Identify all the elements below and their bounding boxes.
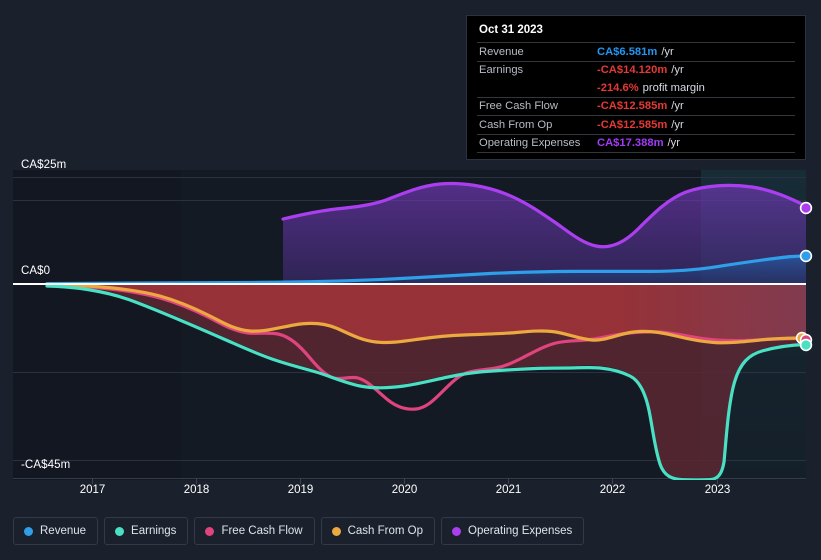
tooltip-bottom-rule	[477, 152, 795, 153]
x-axis-tick-2019: 2019	[287, 484, 314, 496]
legend-color-dot-icon	[205, 526, 215, 536]
tooltip-row-value: CA$17.388m	[597, 137, 664, 150]
legend-color-dot-icon	[452, 526, 462, 536]
legend-item-label: Cash From Op	[347, 525, 424, 537]
legend-item-revenue[interactable]: Revenue	[13, 517, 99, 545]
tooltip-row-unit: /yr	[667, 137, 680, 150]
legend-item-label: Operating Expenses	[468, 525, 573, 537]
legend-item-free-cash-flow[interactable]: Free Cash Flow	[194, 517, 315, 545]
tooltip-row-value: -CA$14.120m	[597, 64, 668, 77]
tooltip-date: Oct 31 2023	[479, 24, 543, 36]
financial-performance-chart: CA$25m CA$0 -CA$45m 2017 2018 2019 2020 2021…	[0, 0, 821, 560]
tooltip-row-subtext: profit margin	[642, 81, 705, 94]
tooltip-row-unit: /yr	[671, 100, 684, 113]
x-axis-tick-2018: 2018	[183, 484, 210, 496]
chart-legend: Revenue Earnings Free Cash Flow Cash From O…	[13, 517, 585, 545]
tooltip-row-label: Cash From Op	[479, 118, 553, 131]
y-axis-label-zero: CA$0	[21, 265, 51, 277]
x-axis-tick-2020: 2020	[391, 484, 418, 496]
data-tooltip: Oct 31 2023 Revenue CA$6.581m/yr Earnings -…	[466, 15, 806, 160]
tooltip-row: Cash From Op -CA$12.585m/yr	[477, 115, 795, 134]
endpoint-marker-earnings	[799, 338, 813, 352]
tooltip-row-unit: /yr	[671, 118, 684, 131]
x-axis-tick-2021: 2021	[495, 484, 522, 496]
tooltip-row-value: -CA$12.585m	[597, 100, 668, 113]
x-axis: 2017 2018 2019 2020 2021 2022 2023	[13, 484, 806, 504]
tooltip-row-unit: /yr	[661, 45, 674, 58]
tooltip-row: Earnings -CA$14.120m/yr	[477, 60, 795, 80]
legend-item-label: Revenue	[40, 525, 87, 537]
tooltip-row: Free Cash Flow -CA$12.585m/yr	[477, 96, 795, 116]
tooltip-row-label: Free Cash Flow	[479, 100, 558, 113]
legend-color-dot-icon	[115, 526, 125, 536]
tooltip-row: Operating Expenses CA$17.388m/yr	[477, 133, 795, 153]
y-axis-label-bottom: -CA$45m	[21, 459, 71, 471]
tooltip-row-label: Revenue	[479, 45, 524, 58]
y-axis-label-top: CA$25m	[21, 159, 67, 171]
legend-color-dot-icon	[24, 526, 33, 536]
legend-color-dot-icon	[331, 526, 341, 536]
legend-item-cash-from-op[interactable]: Cash From Op	[320, 517, 436, 545]
x-axis-tick-2017: 2017	[79, 484, 106, 496]
tooltip-row-label: Earnings	[479, 64, 524, 77]
legend-item-operating-expenses[interactable]: Operating Expenses	[441, 517, 585, 545]
legend-item-earnings[interactable]: Earnings	[104, 517, 189, 545]
tooltip-row-value: -CA$12.585m	[597, 118, 668, 131]
tooltip-row-label: Operating Expenses	[479, 137, 581, 150]
endpoint-marker-revenue	[799, 249, 813, 263]
tooltip-row-unit: /yr	[671, 64, 684, 77]
tooltip-rows: Revenue CA$6.581m/yr Earnings -CA$14.120m/y…	[477, 42, 795, 153]
tooltip-row: Revenue CA$6.581m/yr	[477, 42, 795, 61]
x-axis-tick-2023: 2023	[704, 484, 731, 496]
tooltip-row-value: CA$6.581m	[597, 45, 658, 58]
tooltip-row-value: -214.6%	[597, 81, 639, 94]
legend-item-label: Earnings	[131, 525, 177, 537]
x-axis-tick-2022: 2022	[599, 484, 626, 496]
tooltip-row: -214.6% profit margin	[477, 79, 795, 97]
endpoint-marker-operating-expenses	[799, 201, 813, 215]
legend-item-label: Free Cash Flow	[221, 525, 303, 537]
